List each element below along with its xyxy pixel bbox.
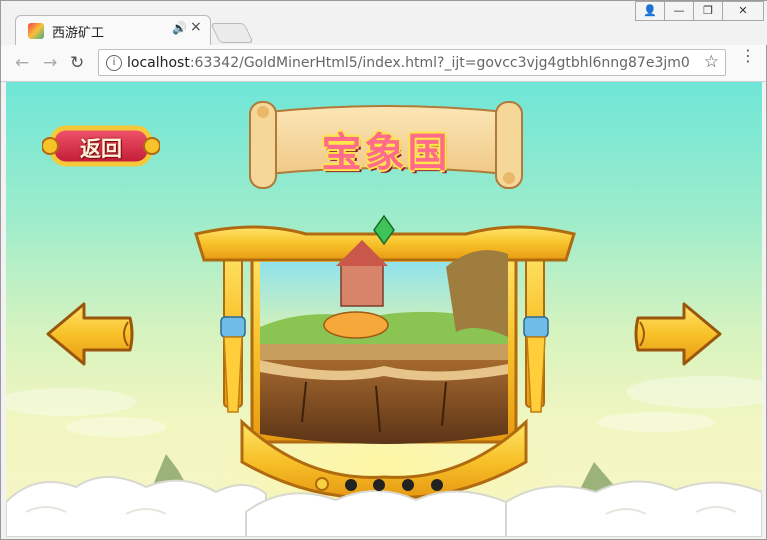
browser-toolbar: ← → ↻ i localhost:63342/GoldMinerHtml5/i… xyxy=(1,45,766,82)
favicon-icon xyxy=(28,23,44,39)
page-dot-4[interactable] xyxy=(402,479,414,491)
game-canvas: 返回 宝象国 xyxy=(6,82,762,537)
new-tab-button[interactable] xyxy=(210,23,254,43)
back-button[interactable]: 返回 xyxy=(41,122,161,170)
back-icon[interactable]: ← xyxy=(15,53,29,73)
profile-button[interactable]: 👤 xyxy=(635,1,665,21)
close-window-button[interactable]: ✕ xyxy=(722,1,764,21)
level-preview xyxy=(260,240,508,444)
tab-close-icon[interactable]: × xyxy=(190,19,202,35)
title-bar: 西游矿工 🔊 × 👤 — ❐ ✕ xyxy=(1,1,767,45)
tab-title: 西游矿工 xyxy=(52,26,105,41)
next-level-button[interactable] xyxy=(632,302,724,366)
url-text: localhost:63342/GoldMinerHtml5/index.htm… xyxy=(127,55,690,71)
address-bar[interactable]: i localhost:63342/GoldMinerHtml5/index.h… xyxy=(98,49,726,76)
prev-level-button[interactable] xyxy=(44,302,136,366)
browser-window: 西游矿工 🔊 × 👤 — ❐ ✕ ← → ↻ i localhost:63342… xyxy=(0,0,767,540)
restore-button[interactable]: ❐ xyxy=(693,1,723,21)
page-dot-1[interactable] xyxy=(315,477,329,491)
left-arrow-icon xyxy=(46,302,134,366)
speaker-icon[interactable]: 🔊 xyxy=(172,21,187,35)
page-dot-5[interactable] xyxy=(431,479,443,491)
minimize-button[interactable]: — xyxy=(664,1,694,21)
info-icon[interactable]: i xyxy=(106,55,122,71)
page-dot-2[interactable] xyxy=(345,479,357,491)
reload-icon[interactable]: ↻ xyxy=(70,53,84,73)
url-path: :63342/GoldMinerHtml5/index.html?_ijt=go… xyxy=(189,55,690,71)
right-arrow-icon xyxy=(634,302,722,366)
bookmark-star-icon[interactable]: ☆ xyxy=(704,52,719,72)
menu-icon[interactable]: ⋮ xyxy=(740,48,756,64)
url-host: localhost xyxy=(127,55,190,71)
page-dot-3[interactable] xyxy=(373,479,385,491)
forward-icon[interactable]: → xyxy=(43,53,57,73)
back-button-label: 返回 xyxy=(80,137,122,161)
browser-tab[interactable]: 西游矿工 🔊 × xyxy=(15,15,211,45)
level-title: 宝象国 xyxy=(321,130,451,176)
window-controls: 👤 — ❐ ✕ xyxy=(635,1,764,21)
